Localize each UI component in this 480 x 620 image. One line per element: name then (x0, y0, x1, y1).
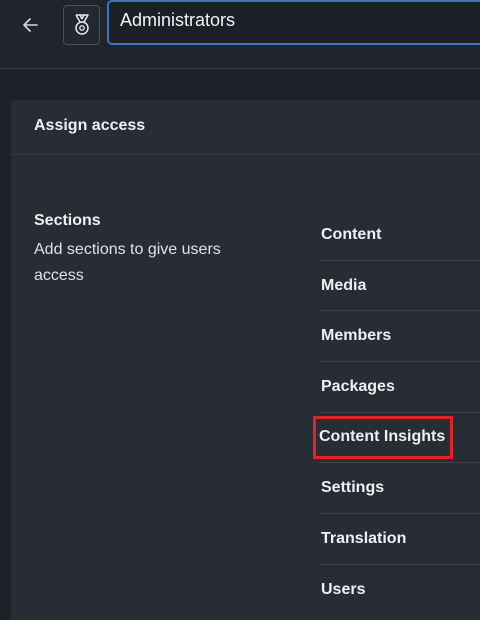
section-item-translation[interactable]: Translation (319, 514, 480, 565)
section-item-label: Translation (321, 529, 407, 547)
assign-access-panel: Assign access Sections Add sections to g… (11, 100, 480, 620)
section-item-members[interactable]: Members (319, 311, 480, 363)
section-item-users[interactable]: Users (319, 565, 480, 616)
section-item-content-insights[interactable]: Content Insights (312, 413, 480, 464)
back-button[interactable] (14, 10, 46, 40)
sections-description: Add sections to give users access (34, 241, 221, 284)
arrow-left-icon (23, 18, 38, 32)
section-item-label: Settings (321, 479, 385, 497)
panel-title: Assign access (11, 100, 480, 155)
sections-list: Content Media Members Packages Content I… (312, 210, 480, 616)
group-icon-picker-button[interactable] (63, 5, 100, 45)
section-item-label: Members (321, 327, 392, 345)
group-name-input[interactable] (107, 0, 480, 45)
section-item-label: Content Insights (312, 416, 454, 460)
top-bar (0, 0, 480, 69)
section-item-media[interactable]: Media (319, 261, 480, 312)
medal-icon (74, 14, 89, 35)
section-item-packages[interactable]: Packages (319, 362, 480, 413)
sections-title: Sections (34, 212, 101, 229)
section-item-label: Packages (321, 377, 395, 395)
section-item-content[interactable]: Content (319, 210, 480, 261)
section-item-settings[interactable]: Settings (319, 463, 480, 515)
section-item-label: Content (321, 225, 382, 243)
section-item-label: Media (321, 276, 367, 294)
section-item-label: Users (321, 581, 366, 599)
